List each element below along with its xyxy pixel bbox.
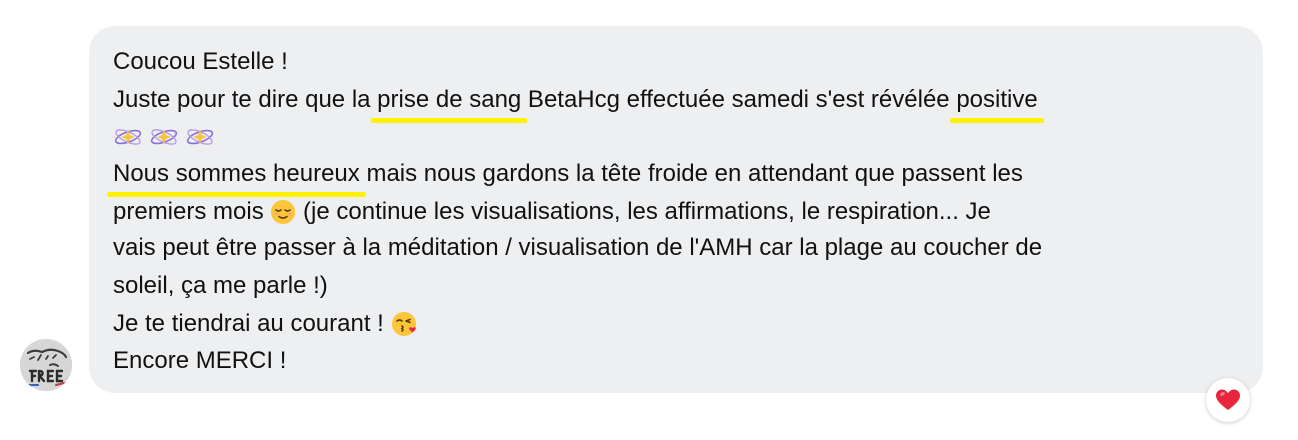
message-line-8: Je te tiendrai au courant ! [113, 309, 419, 339]
face-blowing-kiss-emoji-icon [391, 312, 416, 336]
sparkles-group [114, 129, 214, 145]
highlighted-prise-de-sang: prise de sang [371, 86, 528, 123]
heart-reaction-icon [1216, 389, 1240, 410]
highlighted-nous-sommes-heureux: Nous sommes heureux [107, 160, 366, 197]
heart-reaction-badge[interactable] [1206, 378, 1250, 422]
message-line-2: Juste pour te dire que la prise de sang … [113, 85, 1045, 123]
text-segment: vais peut être passer à la méditation / … [113, 234, 1043, 261]
text-segment: (je continue les visualisations, les aff… [296, 198, 991, 225]
sparkle-atom-icon [186, 129, 214, 145]
text-segment: soleil, ça me parle !) [113, 272, 328, 299]
text-segment: BetaHcg effectuée samedi s'est révélée [521, 86, 957, 113]
message-line-6: vais peut être passer à la méditation / … [113, 233, 1042, 263]
message-line-9: Encore MERCI ! [113, 346, 286, 376]
message-line-5: premiers mois (je continue les visualisa… [113, 197, 991, 227]
relieved-face-emoji-icon [271, 200, 296, 224]
sparkle-atom-icon [150, 129, 178, 145]
text-segment: premiers mois [113, 198, 271, 225]
text-segment: mais nous gardons la tête froide en atte… [359, 160, 1023, 187]
text-segment: Encore MERCI ! [113, 347, 287, 374]
kindness-logo-icon [20, 339, 72, 391]
message-line-7: soleil, ça me parle !) [113, 271, 328, 301]
sparkle-atom-icon [114, 129, 142, 145]
greeting-text: Coucou Estelle ! [113, 48, 288, 75]
sender-avatar[interactable] [20, 339, 72, 391]
text-segment: Juste pour te dire que la [113, 86, 378, 113]
highlighted-positive: positive [950, 86, 1045, 123]
text-segment: Je te tiendrai au courant ! [113, 310, 391, 337]
message-bubble[interactable]: Coucou Estelle ! Juste pour te dire que … [89, 26, 1263, 393]
message-line-1: Coucou Estelle ! [113, 47, 288, 77]
message-line-4: Nous sommes heureux mais nous gardons la… [107, 159, 1023, 197]
